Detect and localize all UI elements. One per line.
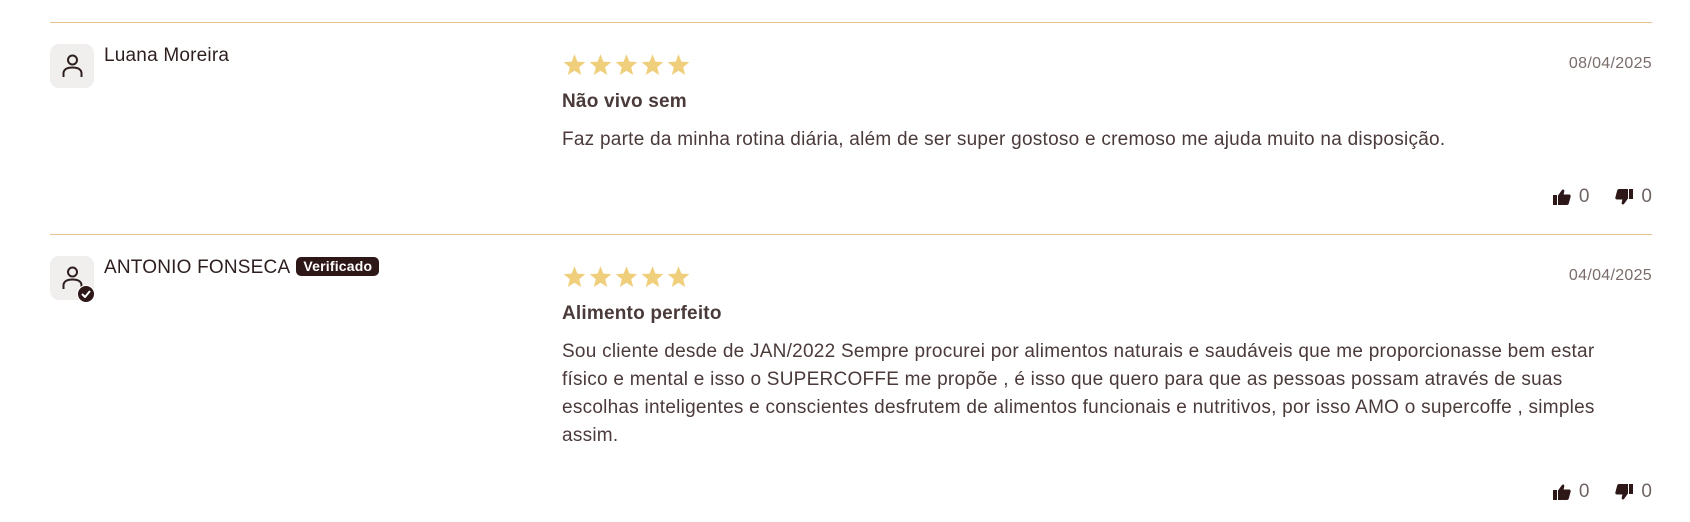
review-author-name: Luana Moreira (104, 45, 230, 66)
review-content: Não vivo sem Faz parte da minha rotina d… (562, 53, 1652, 154)
review-votes: 0 0 (1552, 186, 1652, 208)
review-item: ANTONIO FONSECA Verificado Alimento perfe… (50, 234, 1652, 522)
review-date: 08/04/2025 (1568, 55, 1652, 72)
star-icon (666, 265, 691, 290)
dislike-count: 0 (1641, 186, 1652, 207)
star-icon (640, 265, 665, 290)
thumbs-up-icon (1552, 189, 1571, 205)
dislike-button[interactable]: 0 (1615, 186, 1652, 208)
verified-badge: Verificado (296, 257, 380, 276)
star-icon (666, 53, 691, 78)
star-icon (614, 265, 639, 290)
star-icon (588, 53, 613, 78)
star-icon (614, 53, 639, 78)
review-author: Luana Moreira (104, 45, 229, 67)
star-icon (588, 265, 613, 290)
like-count: 0 (1578, 481, 1590, 502)
like-count: 0 (1578, 186, 1590, 207)
thumbs-down-icon (1615, 484, 1634, 500)
review-title: Não vivo sem (562, 91, 687, 112)
thumbs-up-icon (1552, 484, 1571, 500)
like-button[interactable]: 0 (1552, 481, 1590, 503)
review-votes: 0 0 (1552, 481, 1652, 503)
avatar (50, 44, 94, 88)
review-item: Luana Moreira Não vivo sem Faz parte da … (50, 22, 1652, 235)
star-icon (562, 53, 587, 78)
user-icon (62, 54, 83, 77)
review-body: Faz parte da minha rotina diária, além d… (562, 129, 1446, 150)
review-content: Alimento perfeito Sou cliente desde de J… (562, 265, 1652, 450)
dislike-count: 0 (1641, 481, 1652, 502)
review-author: ANTONIO FONSECA Verificado (104, 257, 380, 279)
review-body: Sou cliente desde de JAN/2022 Sempre pro… (562, 341, 1595, 446)
thumbs-down-icon (1615, 189, 1634, 205)
star-rating (562, 53, 1652, 79)
star-icon (640, 53, 665, 78)
reviews-list: Luana Moreira Não vivo sem Faz parte da … (0, 0, 1690, 521)
verified-check-icon (77, 285, 95, 303)
review-date: 04/04/2025 (1568, 267, 1652, 284)
review-title: Alimento perfeito (562, 303, 722, 324)
avatar (50, 256, 95, 303)
like-button[interactable]: 0 (1552, 186, 1590, 208)
star-rating (562, 265, 1652, 291)
review-author-name: ANTONIO FONSECA (104, 257, 291, 278)
star-icon (562, 265, 587, 290)
dislike-button[interactable]: 0 (1615, 481, 1652, 503)
